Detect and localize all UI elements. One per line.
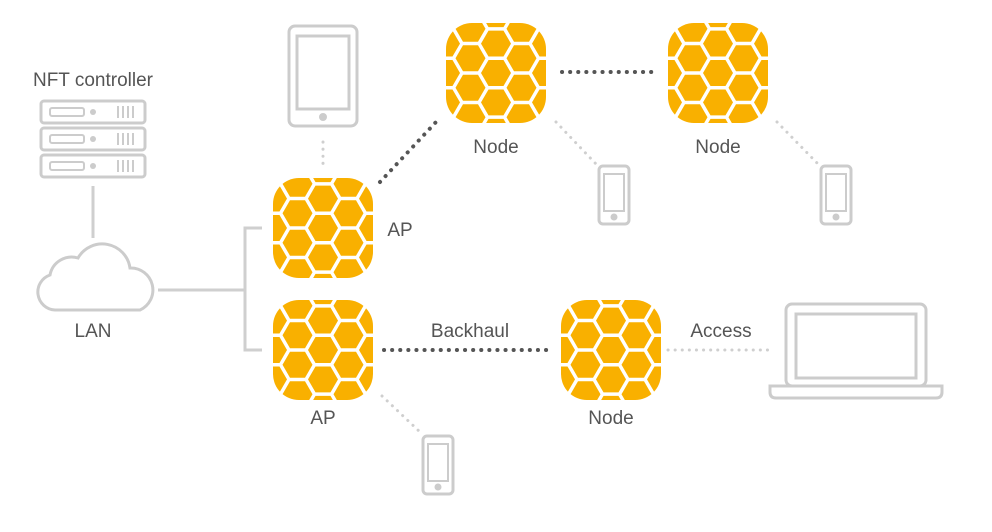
label-lan: LAN bbox=[75, 321, 112, 342]
server-rack-icon bbox=[39, 99, 147, 179]
mesh-node-icon bbox=[561, 300, 661, 400]
label-access: Access bbox=[690, 321, 751, 342]
label-backhaul: Backhaul bbox=[431, 321, 509, 342]
label-node-top-right: Node bbox=[695, 137, 740, 158]
phone-icon bbox=[597, 164, 631, 226]
laptop-icon bbox=[768, 302, 944, 400]
label-node-bottom: Node bbox=[588, 408, 633, 429]
label-controller: NFT controller bbox=[33, 70, 154, 91]
label-node-top-left: Node bbox=[473, 137, 518, 158]
mesh-nodes bbox=[273, 23, 768, 400]
phone-icon bbox=[819, 164, 853, 226]
wired-links bbox=[91, 186, 262, 352]
cloud-icon bbox=[36, 242, 155, 312]
phone-icon bbox=[421, 434, 455, 496]
label-ap-bottom: AP bbox=[310, 408, 335, 429]
mesh-node-icon bbox=[273, 300, 373, 400]
mesh-node-icon bbox=[446, 23, 546, 123]
tablet-icon bbox=[287, 24, 359, 128]
network-diagram: NFT controller LAN AP AP Node Node Node … bbox=[33, 23, 944, 496]
mesh-node-icon bbox=[668, 23, 768, 123]
label-ap-top: AP bbox=[387, 220, 412, 241]
